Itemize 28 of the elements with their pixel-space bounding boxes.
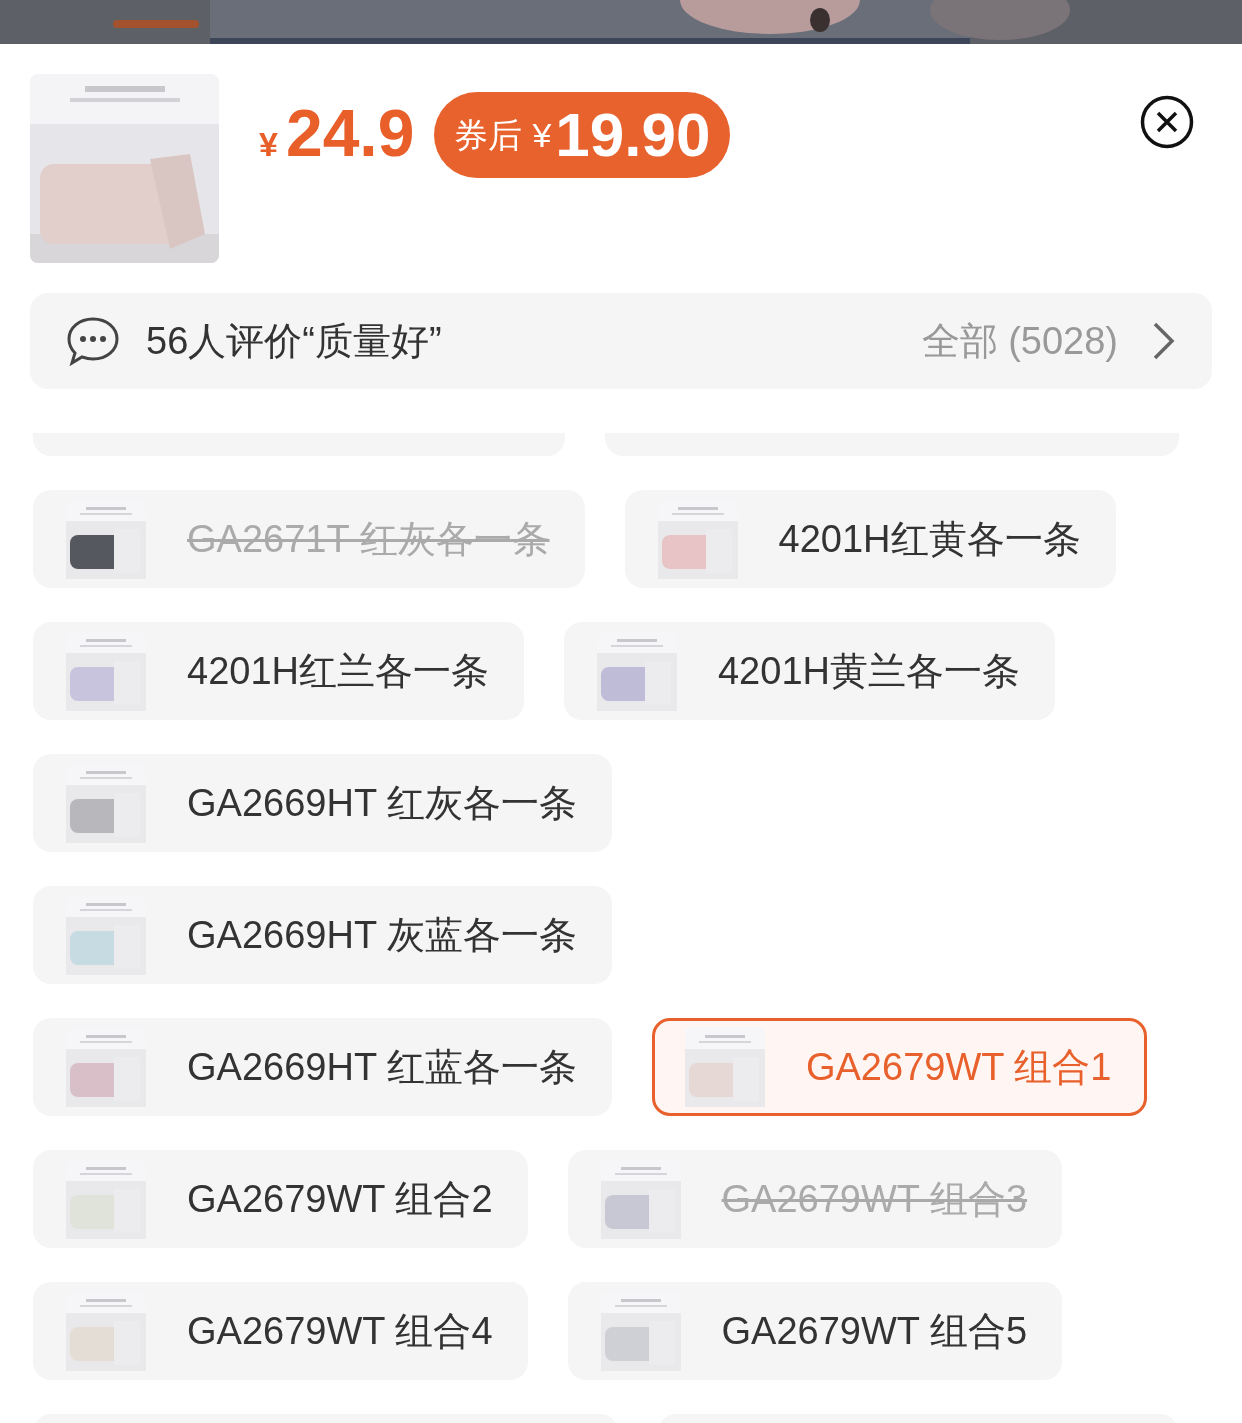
option-chip[interactable]: 4201H红黄各一条	[624, 490, 1116, 588]
option-chip[interactable]: GA2679WT 组合5	[567, 1282, 1063, 1380]
option-chip[interactable]: GA2669HT 红蓝各一条	[33, 1018, 612, 1116]
option-label: 4201H红兰各一条	[187, 648, 489, 694]
price: ¥24.9	[259, 100, 415, 170]
option-label: 4201H黄兰各一条	[718, 648, 1020, 694]
option-label: GA2679WT 组合1	[805, 1044, 1112, 1090]
option-label: GA2679WT 组合5	[721, 1308, 1028, 1354]
chevron-right-icon	[1152, 321, 1176, 361]
chat-bubble-icon	[66, 316, 120, 366]
option-label: GA2669HT 灰蓝各一条	[187, 912, 577, 958]
option-chip[interactable]: GA2669HT 红灰各一条	[33, 754, 612, 852]
option-chip[interactable]: GA2679WT 组合4	[33, 1282, 528, 1380]
option-label: GA2679WT 组合3	[721, 1176, 1028, 1222]
option-label: GA2669HT 红灰各一条	[187, 780, 577, 826]
option-chip[interactable]: 4201H红兰各一条	[33, 622, 524, 720]
review-summary: 56人评价“质量好”	[146, 318, 442, 364]
option-label: GA2671T 红灰各一条	[187, 516, 550, 562]
coupon-price-badge: 券后 ¥19.90	[434, 92, 731, 178]
option-label: 4201H红黄各一条	[778, 516, 1081, 562]
option-chip[interactable]: 4201H黄兰各一条	[564, 622, 1055, 720]
option-chip[interactable]: GA2669HT 灰蓝各一条	[33, 886, 612, 984]
option-label: GA2669HT 红蓝各一条	[187, 1044, 577, 1090]
option-label: GA2679WT 组合2	[187, 1176, 493, 1222]
option-chip[interactable]: GA2679WT 组合2	[33, 1150, 528, 1248]
close-icon[interactable]	[1140, 95, 1194, 149]
review-summary-bar[interactable]: 56人评价“质量好” 全部 (5028)	[30, 293, 1212, 389]
option-label: GA2679WT 组合4	[187, 1308, 493, 1354]
